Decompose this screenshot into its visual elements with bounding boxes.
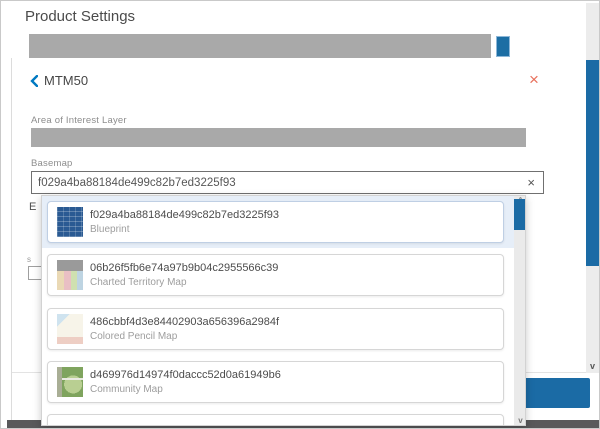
dropdown-scrollbar[interactable]: ^ v bbox=[514, 196, 526, 426]
basemap-option-partial[interactable] bbox=[47, 414, 504, 426]
page-scrollbar-thumb[interactable] bbox=[586, 60, 599, 266]
basemap-label: Basemap bbox=[31, 158, 73, 169]
basemap-option-name: Blueprint bbox=[90, 224, 279, 235]
basemap-option-name: Community Map bbox=[90, 384, 281, 395]
aoi-layer-label: Area of Interest Layer bbox=[31, 115, 127, 126]
basemap-option-name: Colored Pencil Map bbox=[90, 331, 279, 342]
panel-left-divider bbox=[11, 58, 12, 420]
basemap-option-colored-pencil[interactable]: 486cbbf4d3e84402903a656396a2984f Colored… bbox=[47, 308, 504, 350]
basemap-combobox[interactable]: × bbox=[31, 171, 544, 194]
colored-pencil-thumbnail bbox=[57, 314, 83, 344]
basemap-option-name: Charted Territory Map bbox=[90, 277, 278, 288]
occluded-label-fragment: E bbox=[29, 201, 36, 213]
dropdown-scrollbar-thumb[interactable] bbox=[514, 199, 526, 230]
basemap-option-id: 06b26f5fb6e74a97b9b04c2955566c39 bbox=[90, 262, 278, 274]
blueprint-thumbnail bbox=[57, 207, 83, 237]
clear-icon[interactable]: × bbox=[523, 176, 543, 189]
product-settings-dialog: Product Settings MTM50 × Area of Interes… bbox=[0, 0, 600, 429]
close-icon: × bbox=[529, 70, 539, 89]
basemap-option-id: 486cbbf4d3e84402903a656396a2984f bbox=[90, 316, 279, 328]
occluded-checkbox[interactable] bbox=[28, 266, 42, 280]
basemap-option-id: d469976d14974f0daccc52d0a61949b6 bbox=[90, 369, 281, 381]
basemap-option-id: f029a4ba88184de499c82b7ed3225f93 bbox=[90, 209, 279, 221]
redacted-input-bar[interactable] bbox=[29, 34, 491, 58]
scroll-down-icon[interactable]: v bbox=[586, 361, 599, 371]
basemap-option-blueprint[interactable]: f029a4ba88184de499c82b7ed3225f93 Bluepri… bbox=[47, 201, 504, 243]
redacted-accent-block[interactable] bbox=[496, 36, 510, 57]
basemap-input[interactable] bbox=[32, 172, 523, 193]
basemap-option-community[interactable]: d469976d14974f0daccc52d0a61949b6 Communi… bbox=[47, 361, 504, 403]
occluded-label-fragment: s bbox=[27, 255, 31, 264]
basemap-dropdown-list: f029a4ba88184de499c82b7ed3225f93 Bluepri… bbox=[41, 195, 526, 426]
aoi-layer-redacted-input[interactable] bbox=[31, 128, 526, 147]
basemap-option-charted-territory[interactable]: 06b26f5fb6e74a97b9b04c2955566c39 Charted… bbox=[47, 254, 504, 296]
charted-territory-thumbnail bbox=[57, 260, 83, 290]
back-button[interactable]: MTM50 bbox=[30, 73, 88, 88]
close-button[interactable]: × bbox=[529, 71, 539, 88]
primary-action-button[interactable] bbox=[522, 378, 590, 408]
scroll-down-icon[interactable]: v bbox=[514, 416, 526, 425]
chevron-left-icon bbox=[30, 75, 38, 87]
community-thumbnail bbox=[57, 367, 83, 397]
page-title: Product Settings bbox=[25, 8, 135, 25]
back-label: MTM50 bbox=[44, 73, 88, 88]
